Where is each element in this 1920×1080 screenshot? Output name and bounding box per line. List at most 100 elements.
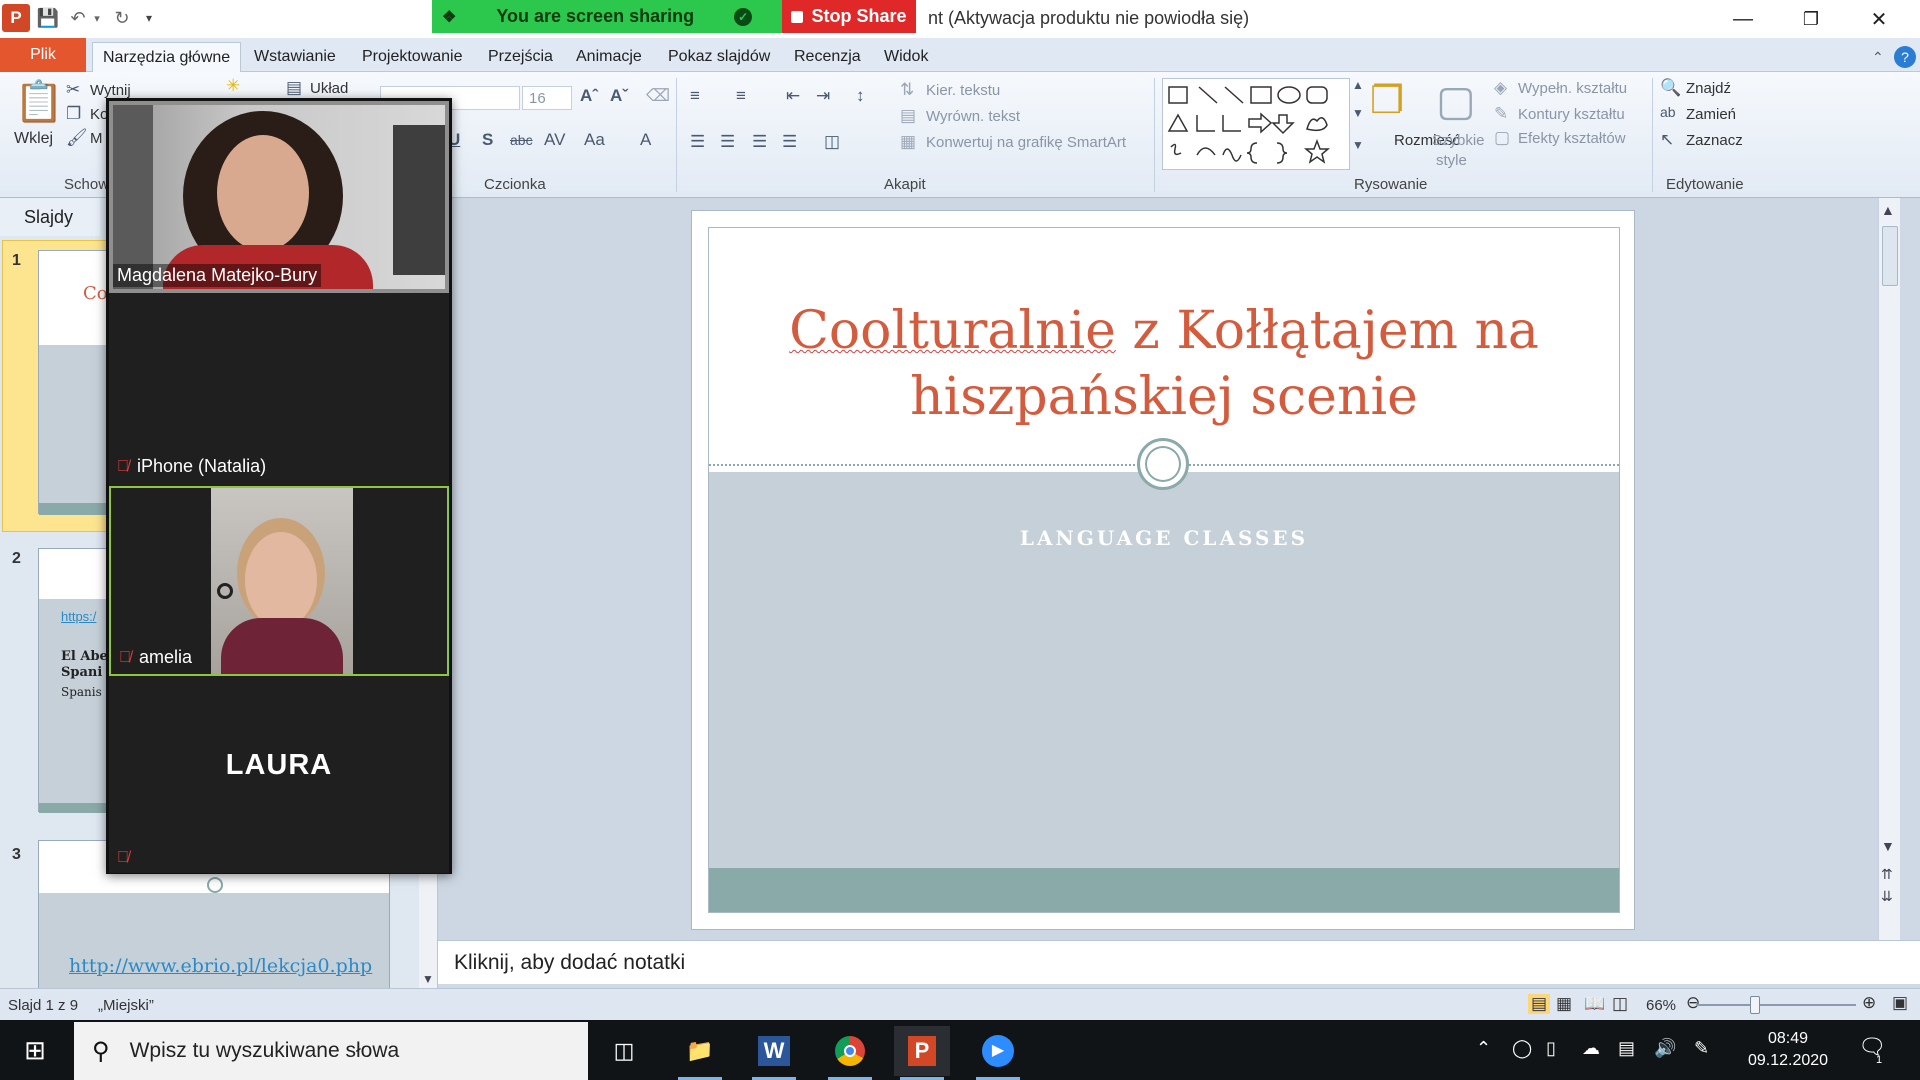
tray-overflow-icon[interactable]: ⌃ (1476, 1038, 1491, 1059)
align-text-icon[interactable]: ▤ (900, 106, 916, 126)
shapes-scroll-up-icon[interactable]: ▲ (1352, 78, 1364, 92)
char-spacing-icon[interactable]: AV (544, 130, 565, 150)
shapes-more-icon[interactable]: ▼ (1352, 138, 1364, 152)
volume-icon[interactable]: 🔊 (1654, 1038, 1676, 1059)
redo-icon[interactable]: ↻ (110, 4, 134, 32)
fit-slide-icon[interactable]: ▣ (1892, 993, 1908, 1013)
scroll-thumb[interactable] (1882, 226, 1898, 286)
minimize-icon[interactable]: — (1712, 0, 1774, 38)
layout-button[interactable]: Układ (310, 80, 348, 97)
save-icon[interactable]: 💾 (36, 4, 60, 32)
battery-icon[interactable]: ▯ (1546, 1038, 1556, 1059)
zoom-level[interactable]: 66% (1646, 997, 1676, 1014)
align-right-icon[interactable]: ☰ (752, 132, 767, 152)
font-color-icon[interactable]: A (640, 130, 651, 150)
taskbar-search[interactable]: ⚲ Wpisz tu wyszukiwane słowa (74, 1022, 588, 1080)
video-participants-panel[interactable]: Magdalena Matejko-Bury 🎙̸ iPhone (Natali… (106, 98, 452, 874)
find-button[interactable]: Znajdź (1686, 80, 1731, 97)
share-drag-icon[interactable]: ❖ (442, 7, 456, 27)
tab-slideshow[interactable]: Pokaz slajdów (658, 42, 780, 72)
pen-icon[interactable]: ✎ (1694, 1038, 1709, 1059)
tab-home[interactable]: Narzędzia główne (92, 42, 242, 72)
notes-placeholder[interactable]: Kliknij, aby dodać notatki (454, 951, 685, 975)
format-painter-button[interactable]: M (90, 130, 103, 147)
format-painter-icon[interactable]: 🖌 (66, 128, 88, 148)
prev-slide-icon[interactable]: ⇈ (1881, 866, 1893, 883)
paste-button[interactable]: Wklej (14, 130, 53, 148)
slide-subtitle[interactable]: LANGUAGE CLASSES (709, 526, 1619, 550)
font-size-box[interactable]: 16 (522, 86, 572, 110)
stop-share-button[interactable]: Stop Share (782, 0, 916, 33)
quick-styles-button[interactable]: Szybkie (1432, 132, 1485, 149)
layout-icon[interactable]: ▤ (286, 78, 302, 98)
quick-styles-icon[interactable]: ▢ (1436, 76, 1476, 125)
participant-tile[interactable]: Magdalena Matejko-Bury (109, 101, 449, 293)
smartart-icon[interactable]: ▦ (900, 132, 916, 152)
select-icon[interactable]: ↖ (1660, 130, 1674, 150)
task-view-icon[interactable]: ◫ (596, 1026, 652, 1076)
clear-format-icon[interactable]: ⌫ (646, 86, 670, 106)
strikethrough-icon[interactable]: abc (510, 132, 533, 148)
tab-design[interactable]: Projektowanie (352, 42, 473, 72)
zoom-out-icon[interactable]: ⊖ (1686, 993, 1700, 1013)
new-slide-icon[interactable]: ✳ (226, 76, 240, 96)
tab-file[interactable]: Plik (0, 38, 86, 72)
shape-effects-icon[interactable]: ▢ (1494, 128, 1510, 148)
slide-title[interactable]: Coolturalnie z Kołłątajem na hiszpańskie… (769, 298, 1559, 430)
reading-view-icon[interactable]: 📖 (1584, 994, 1605, 1014)
slide-sorter-icon[interactable]: ▦ (1556, 994, 1572, 1014)
shapes-gallery[interactable] (1162, 78, 1350, 170)
notes-pane[interactable]: Kliknij, aby dodać notatki (438, 940, 1920, 984)
align-left-icon[interactable]: ☰ (690, 132, 705, 152)
increase-indent-icon[interactable]: ⇥ (816, 86, 830, 106)
file-explorer-icon[interactable]: 📁 (672, 1026, 728, 1080)
find-icon[interactable]: 🔍 (1660, 78, 1681, 98)
zoom-app-icon[interactable]: ▶ (970, 1026, 1026, 1080)
normal-view-icon[interactable]: ▤ (1528, 994, 1551, 1014)
powerpoint-icon[interactable]: P (894, 1026, 950, 1080)
windows-start-icon[interactable]: ⊞ (0, 1020, 70, 1080)
columns-icon[interactable]: ◫ (824, 132, 840, 152)
text-direction-button[interactable]: Kier. tekstu (926, 82, 1000, 99)
participant-tile-active[interactable]: 🎙̸ amelia (109, 486, 449, 676)
tab-review[interactable]: Recenzja (784, 42, 871, 72)
tab-transitions[interactable]: Przejścia (478, 42, 563, 72)
zoom-in-icon[interactable]: ⊕ (1862, 993, 1876, 1013)
shape-fill-icon[interactable]: ◈ (1494, 78, 1507, 98)
copy-icon[interactable]: ❐ (66, 104, 81, 124)
text-direction-icon[interactable]: ⇅ (900, 80, 914, 100)
tab-animations[interactable]: Animacje (566, 42, 652, 72)
drag-handle-icon[interactable] (217, 583, 233, 599)
system-clock[interactable]: 08:49 09.12.2020 (1738, 1028, 1838, 1072)
align-center-icon[interactable]: ☰ (720, 132, 735, 152)
slideshow-view-icon[interactable]: ◫ (1612, 994, 1628, 1014)
onedrive-icon[interactable]: ☁ (1582, 1038, 1600, 1059)
shadow-icon[interactable]: S (482, 130, 493, 150)
shapes-scroll-down-icon[interactable]: ▼ (1352, 106, 1364, 120)
justify-icon[interactable]: ☰ (782, 132, 797, 152)
shape-outline-icon[interactable]: ✎ (1494, 104, 1508, 124)
grow-font-icon[interactable]: Aˆ (580, 86, 598, 106)
select-button[interactable]: Zaznacz (1686, 132, 1743, 149)
replace-button[interactable]: Zamień (1686, 106, 1736, 123)
scroll-down-icon[interactable]: ▼ (1881, 838, 1895, 854)
zoom-slider-handle[interactable] (1750, 996, 1760, 1014)
word-icon[interactable]: W (746, 1026, 802, 1080)
restore-icon[interactable]: ❐ (1780, 0, 1842, 38)
undo-icon[interactable]: ↶ (66, 4, 90, 32)
decrease-indent-icon[interactable]: ⇤ (786, 86, 800, 106)
replace-icon[interactable]: ab (1660, 104, 1676, 120)
change-case-icon[interactable]: Aa (584, 130, 605, 150)
scroll-up-icon[interactable]: ▲ (1881, 202, 1895, 218)
cut-icon[interactable]: ✂ (66, 80, 80, 100)
paste-icon[interactable]: 📋 (14, 78, 64, 125)
next-slide-icon[interactable]: ⇊ (1881, 888, 1893, 905)
shape-effects-button[interactable]: Efekty kształtów (1518, 130, 1626, 147)
customize-toolbar-icon[interactable]: ▾ (142, 4, 156, 32)
numbering-icon[interactable]: ≡ (736, 86, 746, 106)
shape-outline-button[interactable]: Kontury kształtu (1518, 106, 1625, 123)
shrink-font-icon[interactable]: Aˇ (610, 86, 628, 106)
tab-slides[interactable]: Slajdy (0, 198, 100, 236)
tab-view[interactable]: Widok (874, 42, 938, 72)
participant-tile[interactable]: LAURA 🎙̸ (109, 679, 449, 873)
